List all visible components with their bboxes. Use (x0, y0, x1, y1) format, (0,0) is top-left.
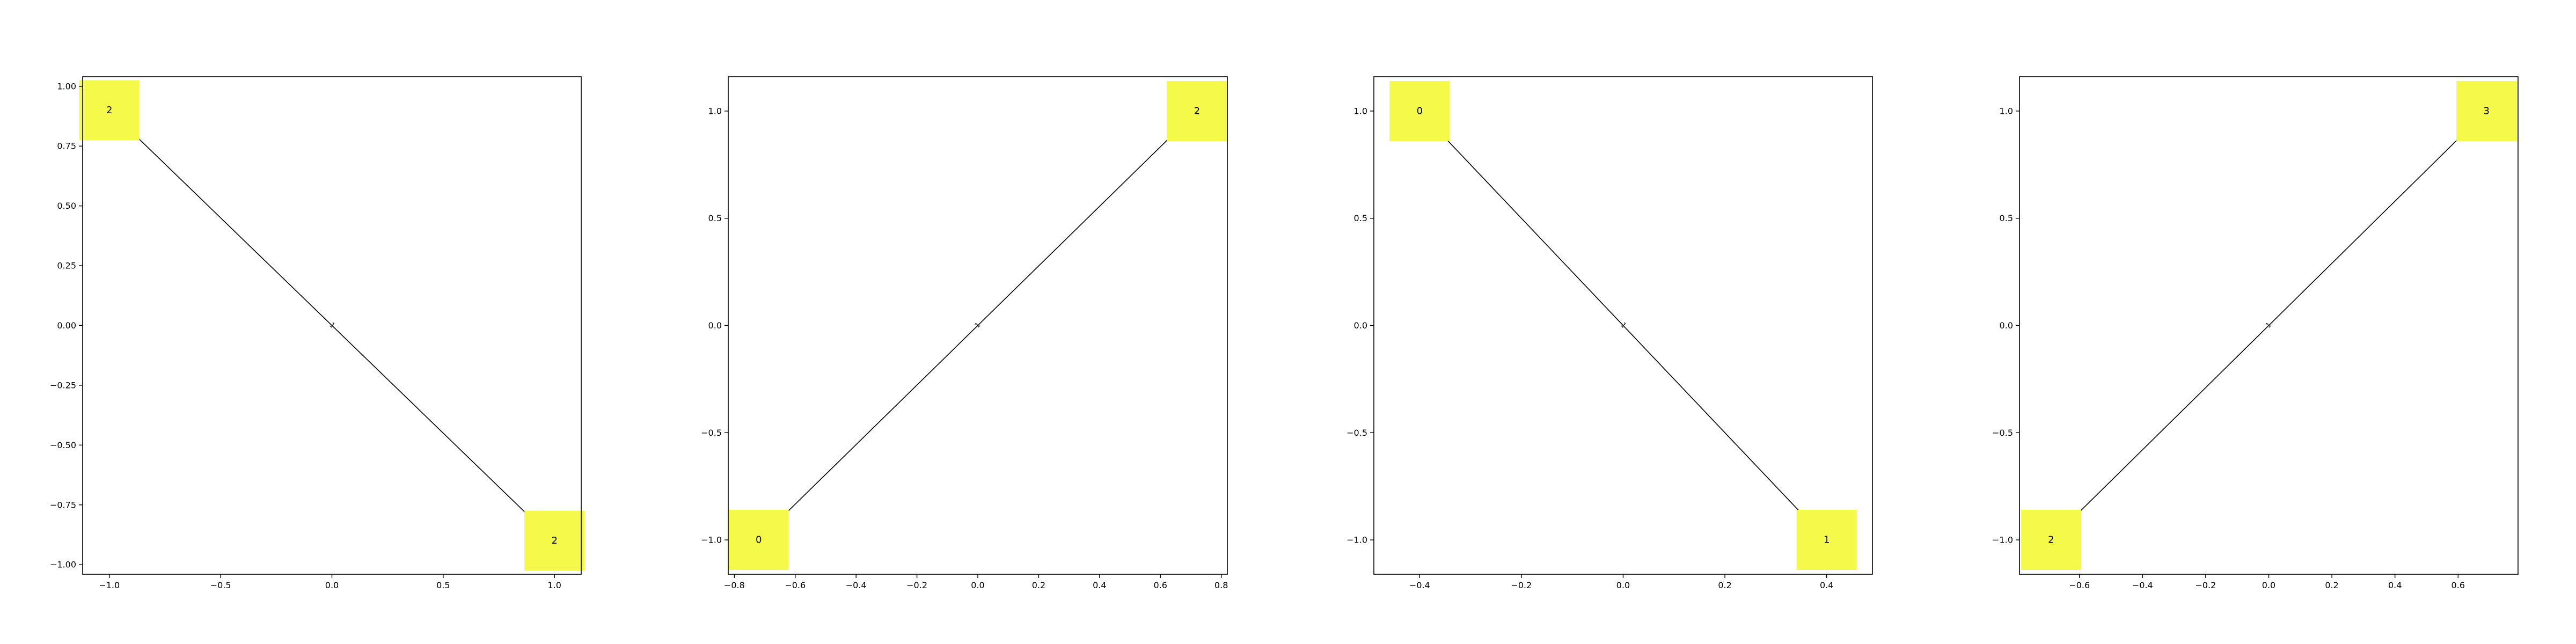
x-tick-label: −0.6 (2069, 580, 2090, 590)
x-tick-label: 0.4 (1820, 580, 1833, 590)
y-tick-label: 0.0 (2000, 320, 2013, 331)
x-tick-label: 0.2 (1718, 580, 1731, 590)
node-label: 0 (756, 535, 762, 546)
y-tick-label: 0.5 (708, 213, 722, 223)
y-tick-label: 0.25 (57, 261, 76, 271)
x-tick-label: 0.0 (325, 580, 339, 590)
x-tick-label: −0.2 (2195, 580, 2216, 590)
x-tick-label: −0.5 (210, 580, 231, 590)
node-label: 1 (1824, 535, 1829, 546)
y-tick-label: 1.0 (708, 106, 722, 116)
subplot-4: 123−0.6 −0.4 −0.2 0.0 0.2 0.4 0.6−1.0−0.50.00.… (1992, 76, 2519, 590)
x-tick-label: 0.2 (2325, 580, 2338, 590)
y-tick-label: −1.00 (50, 560, 76, 570)
node-label: 2 (1194, 105, 1200, 116)
x-tick-label: 0.8 (1214, 580, 1228, 590)
y-tick-label: 1.0 (2000, 106, 2013, 116)
x-tick-label: 0.4 (1093, 580, 1106, 590)
x-tick-label: 0.6 (2451, 580, 2465, 590)
x-tick-label: −0.4 (1409, 580, 1430, 590)
y-tick-label: −0.75 (50, 500, 76, 510)
x-tick-label: 0.5 (436, 580, 450, 590)
subplot-3: 101−0.4 −0.2 0.0 0.2 0.4−1.0−0.50.00.51.0 (1346, 76, 1873, 590)
x-tick-label: 0.4 (2388, 580, 2402, 590)
x-tick-label: −0.4 (2132, 580, 2153, 590)
y-tick-label: −0.5 (1346, 428, 1367, 438)
y-tick-label: 1.0 (1354, 106, 1367, 116)
x-tick-label: 0.6 (1154, 580, 1167, 590)
y-tick-label: 0.0 (1354, 320, 1367, 331)
node-label: 0 (1417, 105, 1423, 116)
y-tick-label: 1.00 (57, 81, 76, 91)
y-tick-label: 0.50 (57, 201, 76, 211)
y-tick-label: −0.5 (1992, 428, 2013, 438)
x-tick-label: 0.0 (971, 580, 984, 590)
x-tick-label: 0.0 (1616, 580, 1630, 590)
y-tick-label: 0.5 (1354, 213, 1367, 223)
x-tick-label: −0.2 (1511, 580, 1532, 590)
x-tick-label: −0.6 (785, 580, 806, 590)
y-tick-label: 0.75 (57, 141, 76, 151)
x-tick-label: −1.0 (99, 580, 120, 590)
node-label: 3 (2483, 105, 2489, 116)
y-tick-label: −1.0 (701, 535, 722, 545)
y-tick-label: 0.5 (2000, 213, 2013, 223)
y-tick-label: −0.50 (50, 440, 76, 450)
subplot-1: 122−1.0 −0.5 0.0 0.5 1.0−1.00−0.75−0.50−0.25… (50, 76, 585, 590)
x-tick-label: 0.0 (2262, 580, 2275, 590)
figure: 122−1.0 −0.5 0.0 0.5 1.0−1.00−0.75−0.50−0.25… (50, 76, 2519, 590)
x-tick-label: −0.8 (724, 580, 745, 590)
y-tick-label: −0.25 (50, 380, 76, 390)
y-tick-label: 0.0 (708, 320, 722, 331)
y-tick-label: −0.5 (701, 428, 722, 438)
x-tick-label: 1.0 (548, 580, 561, 590)
subplot-2: 102−0.8 −0.6 −0.4 −0.2 0.0 0.2 0.4 0.6 0.8−1.0−0… (701, 76, 1228, 590)
y-tick-label: 0.00 (57, 320, 76, 331)
node-label: 2 (106, 105, 112, 116)
node-label: 2 (552, 535, 558, 546)
x-tick-label: −0.4 (846, 580, 867, 590)
x-tick-label: 0.2 (1032, 580, 1045, 590)
y-tick-label: −1.0 (1346, 535, 1367, 545)
node-label: 2 (2048, 535, 2054, 546)
y-tick-label: −1.0 (1992, 535, 2013, 545)
x-tick-label: −0.2 (906, 580, 927, 590)
